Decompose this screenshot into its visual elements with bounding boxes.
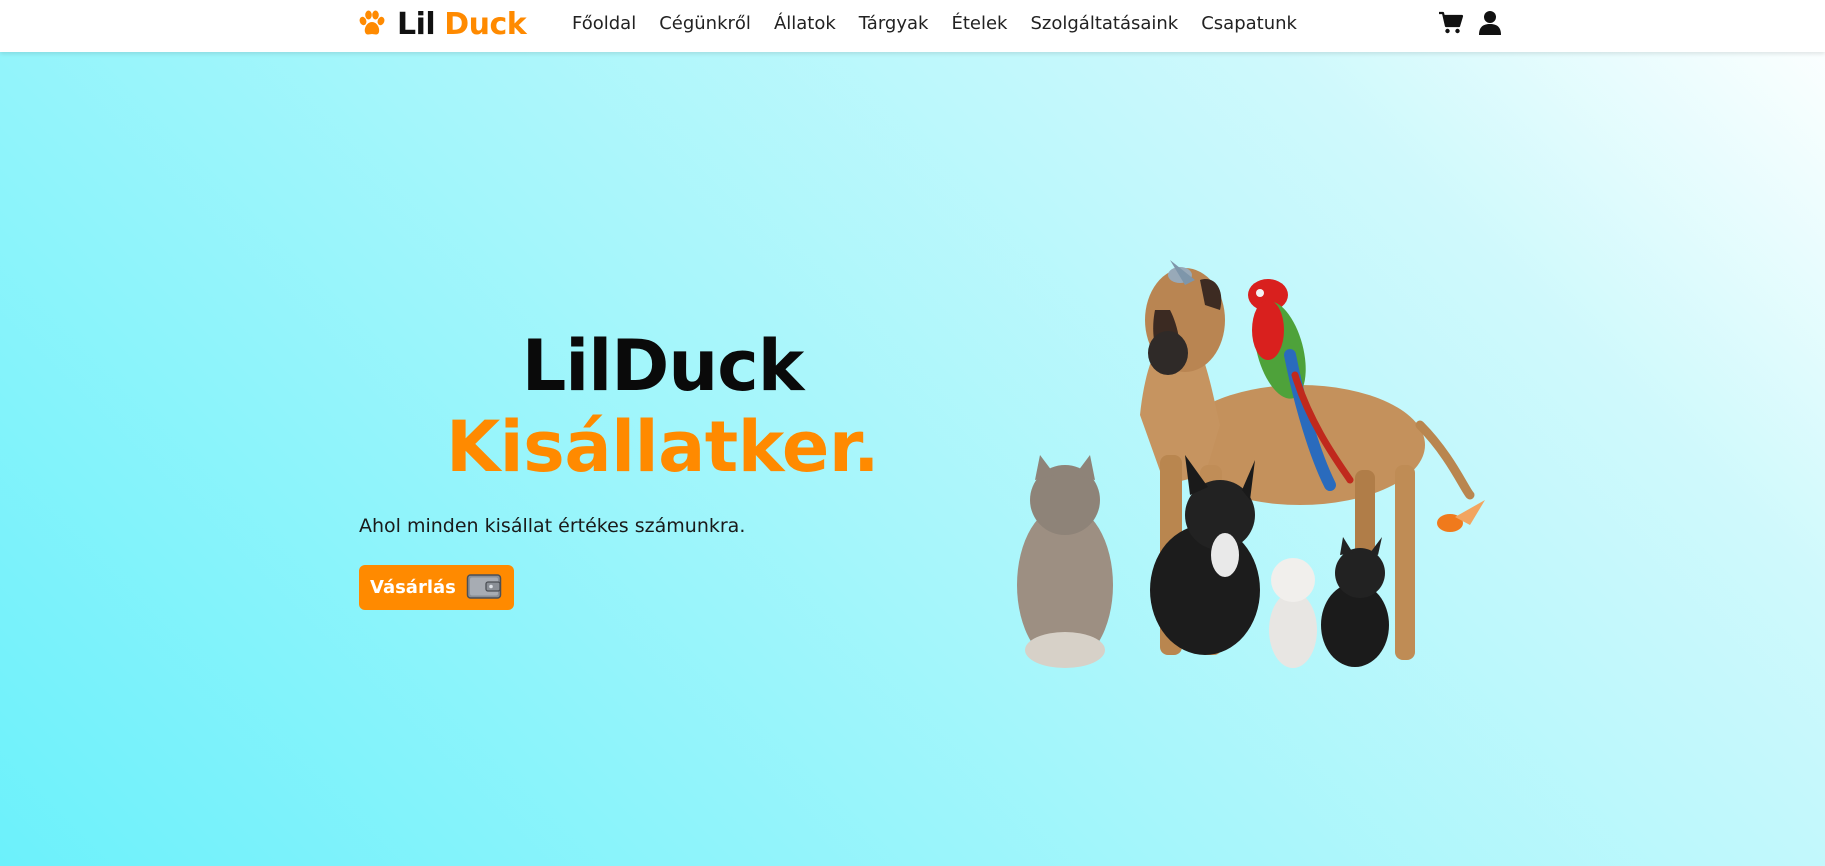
buy-button[interactable]: Vásárlás — [359, 565, 514, 610]
user-icon[interactable] — [1478, 10, 1502, 40]
hero-subtitle: Ahol minden kisállat értékes számunkra. — [359, 515, 746, 537]
nav-item-etelek[interactable]: Ételek — [951, 13, 1007, 34]
nav-item-allatok[interactable]: Állatok — [774, 13, 836, 34]
top-navbar: Lil Duck Főoldal Cégünkről Állatok Tárgya… — [0, 0, 1825, 52]
hero-title: LilDuck Kisállatker. — [380, 325, 945, 489]
nav-item-szolgaltatasaink[interactable]: Szolgáltatásaink — [1030, 13, 1178, 34]
nav-icons — [1438, 10, 1516, 40]
cat-grey-figure — [1017, 455, 1113, 668]
bird-orange-figure — [1437, 500, 1485, 532]
pets-hero-image — [1017, 260, 1485, 668]
cart-icon[interactable] — [1438, 10, 1464, 40]
nav-item-csapatunk[interactable]: Csapatunk — [1201, 13, 1297, 34]
brand-word-2: Duck — [444, 6, 527, 42]
nav-item-targyak[interactable]: Tárgyak — [859, 13, 929, 34]
nav-item-cegunkrol[interactable]: Cégünkről — [659, 13, 751, 34]
hero-title-line-1: LilDuck — [521, 325, 805, 407]
hero-title-line-2: Kisállatker. — [445, 406, 880, 489]
kitten-white-figure — [1269, 558, 1317, 668]
brand-logo[interactable]: Lil Duck — [357, 4, 527, 44]
buy-button-label: Vásárlás — [370, 577, 456, 598]
paw-icon — [357, 9, 387, 39]
wallet-icon — [466, 572, 502, 603]
brand-word-1: Lil — [397, 6, 436, 42]
brand-name: Lil Duck — [397, 6, 527, 42]
kitten-black-figure — [1321, 537, 1389, 667]
nav-item-fooldal[interactable]: Főoldal — [572, 13, 636, 34]
main-nav: Főoldal Cégünkről Állatok Tárgyak Ételek… — [572, 0, 1320, 46]
